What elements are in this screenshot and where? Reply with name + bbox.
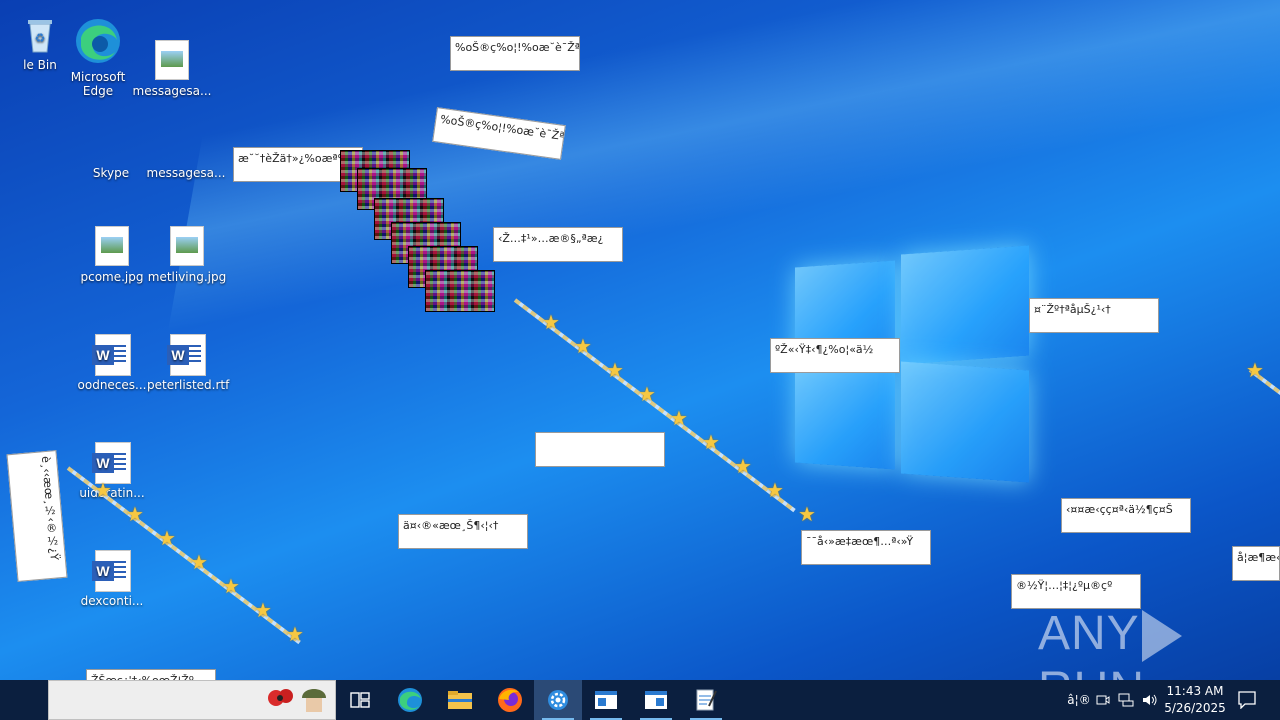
star-icon: ★	[222, 574, 240, 598]
clock-time: 11:43 AM	[1166, 684, 1224, 698]
desktop-icon-label: pcome.jpg	[80, 270, 144, 284]
word-file-icon-oodneces[interactable]: W oodneces...	[72, 334, 152, 392]
glitch-artifact	[425, 270, 495, 312]
word-file-icon-uideratin[interactable]: W uideratin...	[72, 442, 152, 500]
desktop-icon-label: messagesa...	[146, 166, 226, 180]
image-file-glyph-icon	[155, 40, 189, 80]
star-icon: ★	[766, 478, 784, 502]
star-icon: ★	[126, 502, 144, 526]
star-icon: ★	[542, 310, 560, 334]
search-highlight-image	[262, 684, 332, 718]
garbled-window[interactable]: ºŽ«‹Ÿ‡‹¶¿%o¦«ä½	[770, 338, 900, 373]
garbled-window[interactable]: ‹Ž…‡¹»…æ®§„ªæ¿	[493, 227, 623, 262]
notification-center-button[interactable]	[1232, 680, 1262, 720]
notification-icon	[1238, 691, 1256, 709]
word-file-icon-dexconti[interactable]: W dexconti...	[72, 550, 152, 608]
star-icon: ★	[606, 358, 624, 382]
desktop-icon-label: oodneces...	[77, 378, 147, 392]
folder-icon	[448, 691, 472, 709]
taskbar-edge-button[interactable]	[386, 680, 434, 720]
garbled-window[interactable]: å¦æ¶æ«»	[1232, 546, 1280, 581]
watermark-left: ANY	[1038, 607, 1140, 660]
garbled-window[interactable]: ä¤‹®«æœ¸Š¶‹¦‹†	[398, 514, 528, 549]
desktop-icon-label: dexconti...	[80, 594, 144, 608]
star-icon: ★	[638, 382, 656, 406]
word-document-icon: W	[167, 334, 206, 376]
task-view-button[interactable]	[336, 680, 384, 720]
desktop-icon-label: peterlisted.rtf	[147, 378, 230, 392]
star-icon: ★	[1246, 358, 1264, 382]
desktop-icon-label: metliving.jpg	[147, 270, 227, 284]
word-document-icon: W	[92, 442, 131, 484]
star-icon: ★	[670, 406, 688, 430]
image-file-glyph-icon	[95, 226, 129, 266]
network-icon[interactable]	[1116, 680, 1136, 720]
garbled-window[interactable]: ¤¨Žº†ªåµŠ¿¹‹†	[1029, 298, 1159, 333]
edge-icon	[398, 688, 422, 712]
star-icon: ★	[158, 526, 176, 550]
taskbar-notepad-button[interactable]	[682, 680, 730, 720]
image-file-glyph-icon	[170, 226, 204, 266]
garbled-window[interactable]: ¯¯å‹»æ‡æœ¶…ª‹»Ÿ	[801, 530, 931, 565]
desktop-icon-label: Microsoft Edge	[70, 70, 126, 98]
image-file-icon-pcome[interactable]: pcome.jpg	[72, 226, 152, 284]
microsoft-edge-icon[interactable]: Microsoft Edge	[58, 16, 138, 98]
window-icon	[645, 691, 667, 709]
taskbar-window-1-button[interactable]	[582, 680, 630, 720]
star-icon: ★	[94, 478, 112, 502]
firefox-icon	[498, 688, 522, 712]
garbled-window[interactable]	[535, 432, 665, 467]
image-file-icon-messagesa-1[interactable]: messagesa...	[132, 40, 212, 98]
star-icon: ★	[190, 550, 208, 574]
star-icon: ★	[254, 598, 272, 622]
garbled-window[interactable]: %oŠ®ç%o¦!%oæ˘è¯Žª	[432, 107, 566, 160]
image-file-icon-metliving[interactable]: metliving.jpg	[147, 226, 227, 284]
star-icon: ★	[286, 622, 304, 646]
star-icon: ★	[574, 334, 592, 358]
desktop-icon-label: messagesa...	[132, 84, 212, 98]
taskbar-settings-button[interactable]	[534, 680, 582, 720]
gear-icon	[548, 690, 568, 710]
edge-logo-icon	[73, 16, 123, 66]
garbled-window[interactable]: %oŠ®ç%o¦!%oæ˘è¯Žª	[450, 36, 580, 71]
star-icon: ★	[798, 502, 816, 526]
word-file-icon-peterlisted[interactable]: W peterlisted.rtf	[147, 334, 230, 392]
desktop-icon-label: Skype	[92, 166, 130, 180]
skype-icon[interactable]: Skype	[71, 142, 151, 180]
image-file-icon-messagesa-2[interactable]: messagesa...	[146, 142, 226, 180]
garbled-window[interactable]: ®½Ÿ¦…¦‡¦¿ºµ®çº	[1011, 574, 1141, 609]
taskbar-file-explorer-button[interactable]	[436, 680, 484, 720]
play-icon	[1141, 610, 1182, 663]
svg-text:♻: ♻	[35, 31, 46, 45]
word-document-icon: W	[92, 334, 131, 376]
window-icon	[595, 691, 617, 709]
notepad-icon	[696, 689, 717, 711]
taskbar-window-2-button[interactable]	[632, 680, 680, 720]
star-icon: ★	[734, 454, 752, 478]
taskbar-clock[interactable]: 11:43 AM 5/26/2025	[1160, 681, 1230, 719]
taskbar-firefox-button[interactable]	[486, 680, 534, 720]
word-document-icon: W	[92, 550, 131, 592]
garbled-window[interactable]: è¸‹‹æœ¸½‹®½¿Ÿ	[6, 450, 68, 582]
volume-icon[interactable]	[1140, 680, 1160, 720]
clock-date: 5/26/2025	[1164, 701, 1226, 715]
meet-now-icon[interactable]	[1094, 680, 1112, 720]
star-icon: ★	[702, 430, 720, 454]
image-file-glyph-icon	[169, 142, 203, 162]
task-view-icon	[350, 692, 370, 708]
garbled-window[interactable]: ‹¤¤æ‹çç¤ª‹ä½¶ç¤Š	[1061, 498, 1191, 533]
recycle-bin-glyph-icon: ♻	[23, 14, 57, 54]
input-language-indicator[interactable]: â¦®	[1066, 680, 1092, 720]
skype-glyph-icon	[94, 142, 128, 162]
